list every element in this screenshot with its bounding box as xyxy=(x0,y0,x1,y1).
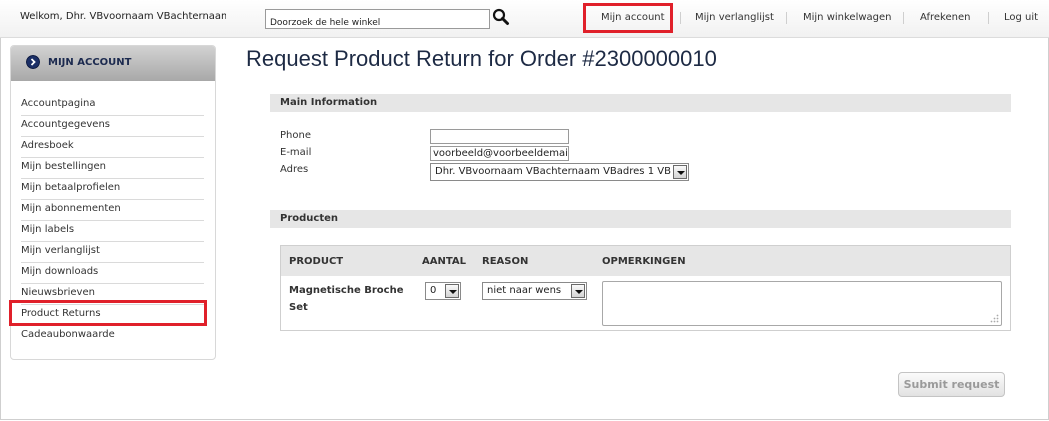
column-header-reason: REASON xyxy=(482,256,529,267)
nav-checkout[interactable]: Afrekenen xyxy=(920,12,970,23)
quantity-select-value: 0 xyxy=(430,285,437,296)
sidebar-item-accountgegevens[interactable]: Accountgegevens xyxy=(21,116,204,137)
column-header-product: PRODUCT xyxy=(289,256,344,267)
dropdown-arrow-icon[interactable] xyxy=(445,284,459,298)
submit-request-button[interactable]: Submit request xyxy=(898,372,1005,397)
section-heading: Producten xyxy=(280,213,339,224)
nav-wishlist[interactable]: Mijn verlanglijst xyxy=(695,12,774,23)
sidebar-item-orders[interactable]: Mijn bestellingen xyxy=(21,158,204,179)
sidebar-item-downloads[interactable]: Mijn downloads xyxy=(21,263,204,284)
sidebar-item-gift-card[interactable]: Cadeaubonwaarde xyxy=(21,326,204,347)
column-header-quantity: AANTAL xyxy=(422,256,467,267)
section-main-information: Main Information xyxy=(270,94,1011,112)
sidebar-title: MIJN ACCOUNT xyxy=(48,57,132,68)
sidebar-header: MIJN ACCOUNT xyxy=(11,46,215,81)
phone-field[interactable] xyxy=(430,129,569,144)
sidebar-item-payment-profiles[interactable]: Mijn betaalprofielen xyxy=(21,179,204,200)
top-bar: Welkom, Dhr. VBvoornaam VBachternaam! Mi… xyxy=(0,0,1049,38)
section-products: Producten xyxy=(270,210,1011,228)
sidebar-item-accountpagina[interactable]: Accountpagina xyxy=(21,95,204,116)
quantity-select[interactable]: 0 xyxy=(425,282,461,300)
resize-grip-icon[interactable] xyxy=(989,313,999,323)
remarks-textarea[interactable] xyxy=(602,281,1002,326)
nav-separator xyxy=(988,12,989,24)
address-select[interactable]: Dhr. VBvoornaam VBachternaam VBadres 1 V… xyxy=(430,163,689,181)
reason-select-value: niet naar wens xyxy=(487,285,562,296)
nav-separator xyxy=(903,12,904,24)
welcome-message: Welkom, Dhr. VBvoornaam VBachternaam! xyxy=(20,11,226,22)
page-title: Request Product Return for Order #230000… xyxy=(246,46,717,71)
dropdown-arrow-icon[interactable] xyxy=(673,165,687,179)
search-icon[interactable] xyxy=(492,8,510,26)
section-heading: Main Information xyxy=(280,97,378,108)
phone-label: Phone xyxy=(280,130,311,141)
highlight-box-my-account xyxy=(583,3,673,33)
column-header-remarks: OPMERKINGEN xyxy=(602,256,686,267)
products-table: PRODUCT AANTAL REASON OPMERKINGEN Magnet… xyxy=(280,245,1011,331)
email-field[interactable]: voorbeeld@voorbeeldemaila xyxy=(430,146,569,161)
search-field[interactable] xyxy=(265,9,490,32)
product-name: Magnetische Broche Set xyxy=(289,285,404,313)
address-select-value: Dhr. VBvoornaam VBachternaam VBadres 1 V… xyxy=(435,166,671,177)
table-header: PRODUCT AANTAL REASON OPMERKINGEN xyxy=(281,246,1010,276)
nav-logout[interactable]: Log uit xyxy=(1004,12,1038,23)
reason-select[interactable]: niet naar wens xyxy=(482,282,587,300)
nav-separator xyxy=(786,12,787,24)
nav-separator xyxy=(680,12,681,24)
sidebar-item-subscriptions[interactable]: Mijn abonnementen xyxy=(21,200,204,221)
search-input[interactable] xyxy=(266,14,489,32)
chevron-right-icon xyxy=(26,55,40,69)
highlight-box-product-returns xyxy=(9,300,207,326)
dropdown-arrow-icon[interactable] xyxy=(571,284,585,298)
sidebar-item-labels[interactable]: Mijn labels xyxy=(21,221,204,242)
email-label: E-mail xyxy=(280,147,312,158)
sidebar-item-wishlist[interactable]: Mijn verlanglijst xyxy=(21,242,204,263)
sidebar-item-adresboek[interactable]: Adresboek xyxy=(21,137,204,158)
address-label: Adres xyxy=(280,164,309,175)
nav-cart[interactable]: Mijn winkelwagen xyxy=(803,12,892,23)
